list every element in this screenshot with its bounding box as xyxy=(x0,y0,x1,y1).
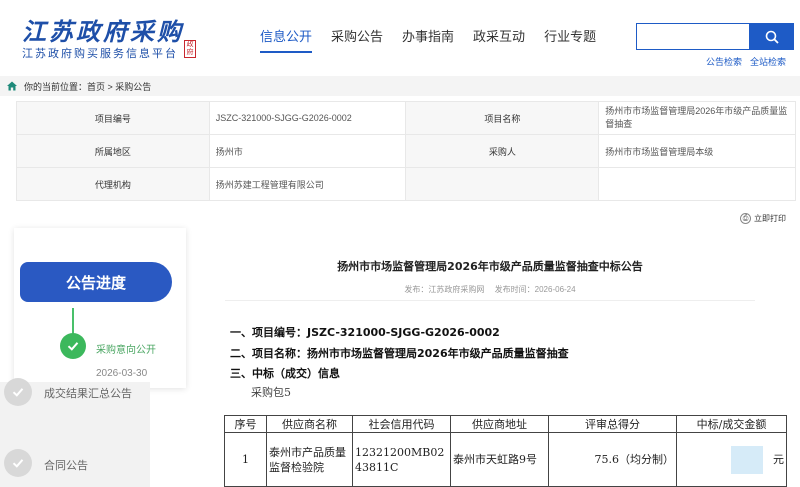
package-label: 采购包5 xyxy=(251,386,291,399)
print-button[interactable]: ⎙ 立即打印 xyxy=(740,213,786,224)
nav-item-procurement-notices[interactable]: 采购公告 xyxy=(331,26,383,53)
amount-unit: 元 xyxy=(773,452,784,466)
site-header: 江苏政府采购 江苏政府购买服务信息平台 政府 信息公开 采购公告 办事指南 政采… xyxy=(0,0,800,72)
table-row: 所属地区 扬州市 采购人 扬州市市场监督管理局本级 xyxy=(16,134,796,168)
section-project-name: 二、项目名称：扬州市市场监督管理局2026年市级产品质量监督抽查 xyxy=(230,347,569,360)
col-header-credit-code: 社会信用代码 xyxy=(352,415,451,433)
col-header-index: 序号 xyxy=(224,415,267,433)
col-header-address: 供应商地址 xyxy=(450,415,549,433)
redacted-amount xyxy=(731,445,763,474)
main-nav: 信息公开 采购公告 办事指南 政采互动 行业专题 xyxy=(260,26,615,53)
site-search-link[interactable]: 全站检索 xyxy=(750,55,786,68)
logo-seal: 政府 xyxy=(184,40,196,58)
project-number-label: 项目编号 xyxy=(16,101,210,135)
home-icon[interactable] xyxy=(6,80,18,92)
step-procurement-intent[interactable]: 采购意向公开 xyxy=(96,341,156,356)
cell-index: 1 xyxy=(224,432,267,487)
notice-progress-sidebar: 公告进度 采购意向公开 2026-03-30 xyxy=(14,228,186,388)
col-header-amount: 中标/成交金额 xyxy=(676,415,787,433)
purchaser-label: 采购人 xyxy=(405,134,600,168)
article-publisher: 发布：江苏政府采购网 xyxy=(404,285,485,294)
project-info-table: 项目编号 JSZC-321000-SJGG-G2026-0002 项目名称 扬州… xyxy=(16,101,796,201)
cell-address: 泰州市天虹路9号 xyxy=(450,432,549,487)
cell-score: 75.6（均分制） xyxy=(548,432,677,487)
table-header-row: 序号 供应商名称 社会信用代码 供应商地址 评审总得分 中标/成交金额 xyxy=(224,415,787,433)
article-meta: 发布：江苏政府采购网 发布时间：2026-06-24 xyxy=(205,284,775,295)
purchaser-value: 扬州市市场监督管理局本级 xyxy=(598,134,796,168)
progress-steps-pending: 成交结果汇总公告 合同公告 xyxy=(0,378,150,487)
agency-value: 扬州苏建工程管理有限公司 xyxy=(208,167,407,201)
nav-item-industry-topics[interactable]: 行业专题 xyxy=(544,26,596,53)
step-procurement-intent-date: 2026-03-30 xyxy=(96,368,148,379)
table-row: 项目编号 JSZC-321000-SJGG-G2026-0002 项目名称 扬州… xyxy=(16,101,796,135)
logo-subtitle: 江苏政府购买服务信息平台 xyxy=(22,48,178,60)
project-name-value: 扬州市市场监督管理局2026年市级产品质量监督抽查 xyxy=(598,101,796,135)
article-publish-time: 发布时间：2026-06-24 xyxy=(494,285,576,294)
section-award-info: 三、中标（成交）信息 xyxy=(230,367,340,380)
region-label: 所属地区 xyxy=(16,134,210,168)
breadcrumb-text[interactable]: 你的当前位置：首页 > 采购公告 xyxy=(24,80,151,93)
search-input[interactable] xyxy=(636,23,750,50)
nav-item-interaction[interactable]: 政采互动 xyxy=(473,26,525,53)
breadcrumb: 你的当前位置：首页 > 采购公告 xyxy=(0,76,800,96)
logo-title[interactable]: 江苏政府采购 xyxy=(22,12,184,47)
search-button[interactable] xyxy=(750,23,794,50)
award-result-table: 序号 供应商名称 社会信用代码 供应商地址 评审总得分 中标/成交金额 1 泰州… xyxy=(224,415,787,487)
table-row: 1 泰州市产品质量监督检验院 12321200MB0243811C 泰州市天虹路… xyxy=(224,432,787,487)
check-icon xyxy=(4,378,32,406)
article-title: 扬州市市场监督管理局2026年市级产品质量监督抽查中标公告 xyxy=(337,260,643,273)
print-label: 立即打印 xyxy=(754,214,786,223)
empty-label xyxy=(405,167,600,201)
step-result-summary[interactable]: 成交结果汇总公告 xyxy=(44,385,132,401)
step-contract-notice[interactable]: 合同公告 xyxy=(44,457,88,473)
progress-title: 公告进度 xyxy=(20,262,172,302)
col-header-supplier: 供应商名称 xyxy=(266,415,353,433)
cell-credit-code: 12321200MB0243811C xyxy=(352,432,451,487)
nav-item-info-disclosure[interactable]: 信息公开 xyxy=(260,26,313,53)
col-header-score: 评审总得分 xyxy=(548,415,677,433)
progress-connector xyxy=(72,308,74,334)
nav-item-guide[interactable]: 办事指南 xyxy=(402,26,454,53)
divider xyxy=(225,300,755,301)
empty-value xyxy=(598,167,796,201)
check-icon xyxy=(4,449,32,477)
search-links: 公告检索 全站检索 xyxy=(706,55,794,68)
check-icon xyxy=(60,333,86,359)
section-project-number: 一、项目编号：JSZC-321000-SJGG-G2026-0002 xyxy=(230,326,500,339)
project-name-label: 项目名称 xyxy=(405,101,600,135)
table-row: 代理机构 扬州苏建工程管理有限公司 xyxy=(16,167,796,201)
notice-search-link[interactable]: 公告检索 xyxy=(706,55,742,68)
print-icon: ⎙ xyxy=(740,213,751,224)
region-value: 扬州市 xyxy=(208,134,407,168)
cell-amount: 元 xyxy=(676,432,787,487)
project-number-value: JSZC-321000-SJGG-G2026-0002 xyxy=(208,101,407,135)
agency-label: 代理机构 xyxy=(16,167,210,201)
cell-supplier: 泰州市产品质量监督检验院 xyxy=(266,432,353,487)
search-icon xyxy=(765,30,779,44)
